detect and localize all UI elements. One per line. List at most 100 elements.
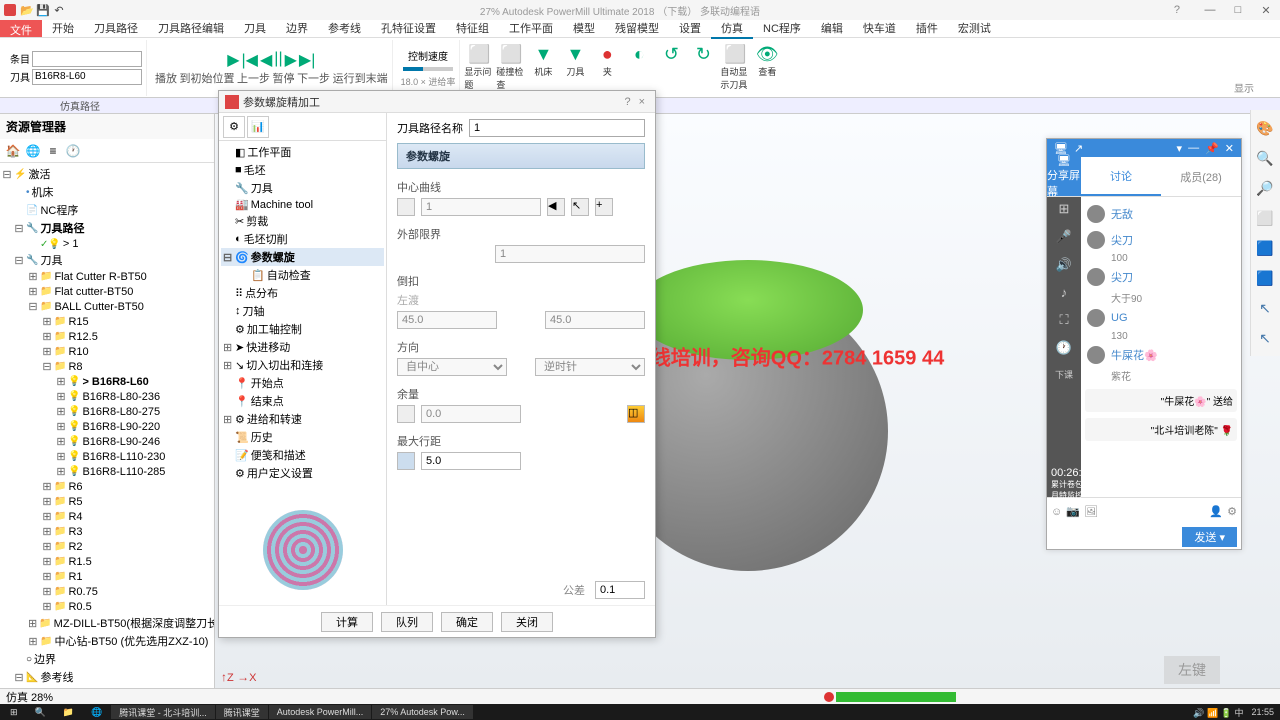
rtb-view-icon[interactable]: ⬜ [1253, 206, 1277, 230]
tree-node[interactable]: ⊞📁Flat Cutter R-BT50 [0, 269, 214, 284]
tree-node[interactable]: •机床 [0, 183, 214, 201]
start-button[interactable]: ⊞ [2, 705, 26, 719]
rtb-palette-icon[interactable]: 🎨 [1253, 116, 1277, 140]
tree-node[interactable]: 📄NC程序 [0, 201, 214, 219]
open-icon[interactable]: 📂 [20, 3, 34, 17]
tree-node[interactable]: ⊞📁R15 [0, 314, 214, 329]
strategy-node[interactable]: ■毛坯 [221, 161, 384, 179]
tree-node[interactable]: ⊞📁R6 [0, 479, 214, 494]
chamfer-input-1[interactable] [397, 311, 497, 329]
menu-item-15[interactable]: 快车道 [853, 21, 906, 37]
file-menu[interactable]: 文件 [0, 20, 42, 37]
image-icon[interactable]: 🖼 [1084, 505, 1098, 518]
system-tray[interactable]: 🔊 📶 🔋 中 [1189, 706, 1247, 719]
step-toggle[interactable] [397, 452, 415, 470]
ribbon-btn-8[interactable]: ⬜自动显示刀具 [720, 44, 750, 91]
tree-node[interactable]: ✓💡> 1 [0, 237, 214, 251]
menu-item-7[interactable]: 特征组 [446, 21, 499, 37]
emoji-icon[interactable]: ☺ [1051, 506, 1062, 518]
chat-dropdown-icon[interactable]: ▾ [1174, 142, 1186, 155]
tree-node[interactable]: ⊟⚡激活 [0, 165, 214, 183]
tree-node[interactable]: ⊞💡B16R8-L90-246 [0, 434, 214, 449]
direction-select-2[interactable]: 逆时针 [535, 358, 645, 376]
tree-node[interactable]: ⊞📁R2 [0, 539, 214, 554]
maximize-button[interactable]: □ [1228, 4, 1248, 17]
ribbon-btn-3[interactable]: ▼刀具 [560, 44, 590, 91]
rtb-cursor2-icon[interactable]: ↖ [1253, 326, 1277, 350]
menu-item-4[interactable]: 边界 [276, 21, 318, 37]
ribbon-btn-9[interactable]: 👁查看 [752, 44, 782, 91]
dialog-titlebar[interactable]: 参数螺旋精加工 ? × [219, 91, 655, 113]
center-btn1[interactable]: ◀ [547, 198, 565, 216]
strategy-node[interactable]: 📝便笺和描述 [221, 446, 384, 464]
menu-item-6[interactable]: 孔特征设置 [371, 21, 446, 37]
strategy-node[interactable]: 📍结束点 [221, 392, 384, 410]
tree-node[interactable]: ⊞📁R10 [0, 344, 214, 359]
gear-icon[interactable]: ⚙ [1227, 505, 1237, 518]
menu-item-2[interactable]: 刀具路径编辑 [148, 21, 234, 37]
taskbar-app-2[interactable]: 腾讯课堂 [216, 705, 268, 719]
strategy-node[interactable]: ⊞↘切入切出和连接 [221, 356, 384, 374]
rm-globe-icon[interactable]: 🌐 [24, 142, 42, 160]
last-icon[interactable]: ▶| [299, 50, 315, 70]
taskbar-app-3[interactable]: Autodesk PowerMill... [269, 705, 372, 719]
clock[interactable]: 21:55 [1247, 707, 1278, 717]
chat-user[interactable]: 尖刀 [1085, 264, 1237, 290]
allow-thickness-icon[interactable]: ◫ [627, 405, 645, 423]
chat-user[interactable]: 无敌 [1085, 201, 1237, 227]
chat-header[interactable]: 🖥 ↗ ▾ — 📌 ✕ [1047, 139, 1241, 157]
pause-icon[interactable]: || [274, 50, 282, 70]
send-button[interactable]: 发送 ▾ [1182, 527, 1237, 547]
ribbon-btn-5[interactable]: ◐ [624, 44, 654, 91]
back-icon[interactable]: ◀ [260, 50, 272, 70]
chat-side-mic-icon[interactable]: 🎤 [1056, 229, 1072, 245]
save-icon[interactable]: 💾 [36, 3, 50, 17]
rtb-zoom-in-icon[interactable]: 🔍 [1253, 146, 1277, 170]
chat-side-fullscreen-icon[interactable]: ⛶ [1059, 312, 1068, 328]
minimize-button[interactable]: — [1200, 4, 1220, 17]
taskbar-app-1[interactable]: 腾讯课堂 - 北斗培训... [111, 705, 215, 719]
tree-node[interactable]: ⊞📁R0.75 [0, 584, 214, 599]
dialog-help-button[interactable]: ? [620, 96, 634, 108]
rtb-iso1-icon[interactable]: 🟦 [1253, 236, 1277, 260]
chat-side-grid-icon[interactable]: ⊞ [1059, 201, 1070, 217]
menu-item-17[interactable]: 宏测试 [948, 21, 1001, 37]
toolpath-name-input[interactable] [469, 119, 645, 137]
chamfer-input-2[interactable] [545, 311, 645, 329]
user-icon[interactable]: 👤 [1209, 505, 1223, 518]
dlg-tb-icon-1[interactable]: ⚙ [223, 116, 245, 138]
ok-button[interactable]: 确定 [441, 612, 493, 632]
strategy-node[interactable]: ⠿点分布 [221, 284, 384, 302]
strategy-node[interactable]: ◐毛坯切削 [221, 230, 384, 248]
allow-toggle[interactable] [397, 405, 415, 423]
rtb-iso2-icon[interactable]: 🟦 [1253, 266, 1277, 290]
undo-icon[interactable]: ↶ [52, 3, 66, 17]
stepover-input[interactable] [421, 452, 521, 470]
allowance-input[interactable] [421, 405, 521, 423]
chat-min-icon[interactable]: — [1185, 142, 1202, 154]
menu-item-10[interactable]: 残留模型 [605, 21, 669, 37]
dialog-close-button[interactable]: × [635, 96, 649, 108]
explorer-button[interactable]: 📁 [55, 705, 82, 719]
chat-user[interactable]: 牛屎花🌸 [1085, 342, 1237, 368]
first-icon[interactable]: |◀ [242, 50, 258, 70]
rm-list-icon[interactable]: ≡ [44, 142, 62, 160]
tree-node[interactable]: ⊞📁R1 [0, 569, 214, 584]
menu-item-0[interactable]: 开始 [42, 21, 84, 37]
chat-monitor-icon[interactable]: 🖥 [1051, 142, 1071, 155]
fwd-icon[interactable]: ▶ [285, 50, 297, 70]
tree-node[interactable]: ⊞📁R5 [0, 494, 214, 509]
tree-node[interactable]: ⊟📁R8 [0, 359, 214, 374]
ribbon-btn-6[interactable]: ↺ [656, 44, 686, 91]
chat-user[interactable]: UG [1085, 305, 1237, 331]
chat-tab-members[interactable]: 成员(28) [1161, 157, 1241, 196]
rm-clock-icon[interactable]: 🕐 [64, 142, 82, 160]
tool-combo[interactable] [32, 69, 142, 85]
strategy-node[interactable]: ⊞➤快进移动 [221, 338, 384, 356]
strategy-node[interactable]: 📍开始点 [221, 374, 384, 392]
outer-limit-input[interactable] [495, 245, 645, 263]
tree-node[interactable]: ⊞💡B16R8-L80-236 [0, 389, 214, 404]
tree-node[interactable]: ⊞📁中心钻-BT50 (优先选用ZXZ-10) [0, 632, 214, 650]
tree-node[interactable]: ⊞📁R12.5 [0, 329, 214, 344]
ribbon-btn-0[interactable]: ⬜显示问题 [464, 44, 494, 91]
